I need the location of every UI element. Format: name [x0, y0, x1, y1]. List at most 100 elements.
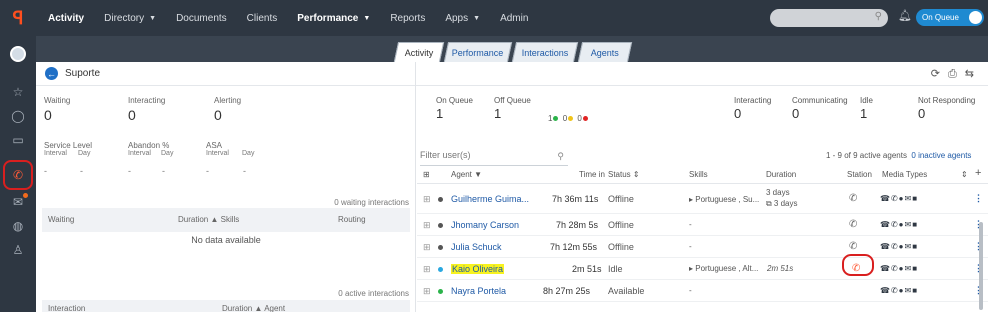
nav-activity[interactable]: Activity — [36, 0, 94, 36]
expand-row-icon[interactable]: ⊞ — [423, 264, 431, 275]
expand-row-icon[interactable]: ⊞ — [423, 242, 431, 253]
agent-skills[interactable]: ▸ Portuguese , Su... — [689, 195, 759, 204]
inactive-agents-link[interactable]: 0 inactive agents — [911, 151, 971, 160]
video-icon[interactable]: ▭ — [0, 128, 36, 152]
tab-interactions-label: Interactions — [521, 47, 569, 58]
app-root: ꟼ Activity Directory ▼ Documents Clients … — [0, 0, 988, 312]
presence-dot-icon — [438, 267, 443, 272]
nav-directory[interactable]: Directory ▼ — [94, 0, 166, 36]
col-waiting[interactable]: Waiting — [48, 215, 74, 224]
table-row[interactable]: ⊞ Nayra Portela 8h 27m 25s Available - ☎… — [417, 281, 988, 302]
on-queue-value: 1 — [436, 106, 444, 121]
tab-performance[interactable]: Performance — [443, 42, 513, 62]
refresh-icon[interactable]: ⟳ — [931, 68, 948, 80]
table-scrollbar[interactable] — [979, 222, 983, 310]
agents-table-header: ⊞ Agent ▼ Time in Status ⇕ Skills Durati… — [417, 166, 988, 184]
tab-activity[interactable]: Activity — [393, 42, 445, 62]
table-row[interactable]: ⊞ Guilherme Guima... 7h 36m 11s Offline … — [417, 185, 988, 214]
inbox-icon[interactable]: ✉ — [0, 190, 36, 214]
nav-documents[interactable]: Documents — [166, 0, 237, 36]
global-search-input[interactable]: ⚲ — [770, 9, 888, 27]
col-status[interactable]: Status ⇕ — [608, 170, 640, 179]
agent-name[interactable]: Jhomany Carson — [451, 220, 519, 230]
chat-icon[interactable]: ◯ — [0, 104, 36, 128]
expand-all-icon[interactable]: ⊞ — [423, 170, 430, 179]
col-agent-label: Agent — [451, 170, 472, 179]
tab-agents-label: Agents — [590, 47, 619, 58]
agent-name[interactable]: Guilherme Guima... — [451, 194, 529, 204]
row-menu-icon[interactable]: ⋮ — [974, 193, 983, 204]
agent-status: Offline — [608, 194, 634, 204]
column-sort-icon[interactable]: ⇕ — [961, 170, 968, 179]
col-routing[interactable]: Routing — [338, 215, 366, 224]
globe-icon[interactable]: ◍ — [0, 214, 36, 238]
filter-users-input[interactable]: Filter user(s) ⚲ — [420, 150, 568, 166]
notification-dot — [23, 193, 28, 198]
asa-day-value: - — [243, 166, 246, 176]
avatar[interactable] — [10, 46, 26, 62]
interacting-label: Interacting — [128, 96, 166, 105]
expand-row-icon[interactable]: ⊞ — [423, 194, 431, 205]
active-interactions-count: 0 active interactions — [338, 289, 409, 298]
add-user-icon[interactable]: ♙ — [0, 238, 36, 262]
agent-name[interactable]: Julia Schuck — [451, 242, 502, 252]
service-level-interval: Interval — [44, 150, 67, 157]
genesys-logo-icon[interactable]: ꟼ — [0, 0, 36, 36]
yellow-dot-icon — [568, 116, 574, 121]
nav-directory-label: Directory — [104, 12, 145, 24]
nav-performance[interactable]: Performance ▼ — [287, 0, 380, 36]
table-row[interactable]: ⊞ Julia Schuck 7h 12m 55s Offline - ✆ ☎✆… — [417, 237, 988, 258]
table-row[interactable]: ⊞ Kaio Oliveira 2m 51s Idle ▸ Portuguese… — [417, 259, 988, 280]
nav-admin[interactable]: Admin — [490, 0, 538, 36]
col-duration[interactable]: Duration — [766, 170, 796, 179]
nav-reports[interactable]: Reports — [380, 0, 435, 36]
expand-row-icon[interactable]: ⊞ — [423, 220, 431, 231]
phone-station-icon[interactable]: ✆ — [849, 193, 857, 204]
agent-skills[interactable]: ▸ Portuguese , Alt... — [689, 264, 758, 273]
phone-station-icon[interactable]: ✆ — [849, 241, 857, 252]
nav-apps[interactable]: Apps ▼ — [435, 0, 490, 36]
agent-status: Idle — [608, 264, 623, 274]
col-station[interactable]: Station — [847, 170, 872, 179]
queue-panel: Waiting 0 Interacting 0 Alerting 0 Service … — [36, 62, 416, 312]
col-interaction[interactable]: Interaction — [48, 304, 85, 312]
left-sidebar: ☆ ◯ ▭ ✆ ✉ ◍ ♙ — [0, 36, 36, 312]
duration-value: 3 days — [766, 188, 790, 197]
communicating-label: Communicating — [792, 96, 848, 105]
service-level-day: Day — [78, 150, 91, 157]
notification-bell-icon[interactable]: 🔔︎ — [898, 9, 912, 22]
on-queue-stat: On Queue 1 — [436, 96, 473, 121]
save-icon[interactable]: ⎙ — [948, 68, 965, 80]
agent-status: Offline — [608, 220, 634, 230]
agent-name-cell[interactable]: Kaio Oliveira — [451, 264, 505, 274]
share-icon[interactable]: ⇆ — [965, 68, 982, 80]
col-duration-agent[interactable]: Duration ▲ Agent — [222, 304, 285, 312]
expand-row-icon[interactable]: ⊞ — [423, 286, 431, 297]
asa-interval: Interval — [206, 150, 229, 157]
asa-interval-value: - — [206, 166, 209, 176]
no-data-message: No data available — [191, 235, 261, 245]
nav-clients[interactable]: Clients — [237, 0, 288, 36]
phone-station-icon[interactable]: ✆ — [849, 219, 857, 230]
add-column-icon[interactable]: + — [975, 167, 981, 179]
not-responding-label: Not Responding — [918, 96, 976, 105]
tab-agents[interactable]: Agents — [577, 42, 633, 62]
phone-icon[interactable]: ✆ — [0, 163, 36, 187]
col-skills[interactable]: Skills — [689, 170, 708, 179]
star-icon[interactable]: ☆ — [0, 80, 36, 104]
col-agent[interactable]: Agent ▼ — [451, 170, 482, 179]
agent-name: Kaio Oliveira — [451, 264, 505, 274]
agent-name[interactable]: Nayra Portela — [451, 286, 506, 296]
col-time-in[interactable]: Time in — [579, 170, 605, 179]
on-queue-toggle[interactable]: On Queue — [916, 9, 984, 26]
media-types-icons: ☎✆●✉■ — [880, 264, 919, 273]
tab-interactions[interactable]: Interactions — [511, 42, 579, 62]
asa-day: Day — [242, 150, 255, 157]
table-row[interactable]: ⊞ Jhomany Carson 7h 28m 5s Offline - ✆ ☎… — [417, 215, 988, 236]
search-icon: ⚲ — [874, 11, 882, 22]
col-duration[interactable]: Duration ▲ Skills — [178, 215, 239, 224]
sort-up-icon: ▲ — [210, 215, 219, 224]
waiting-table-header: Waiting Duration ▲ Skills Routing — [42, 208, 410, 232]
agent-skills: - — [689, 242, 692, 251]
col-media-types[interactable]: Media Types — [882, 170, 927, 179]
